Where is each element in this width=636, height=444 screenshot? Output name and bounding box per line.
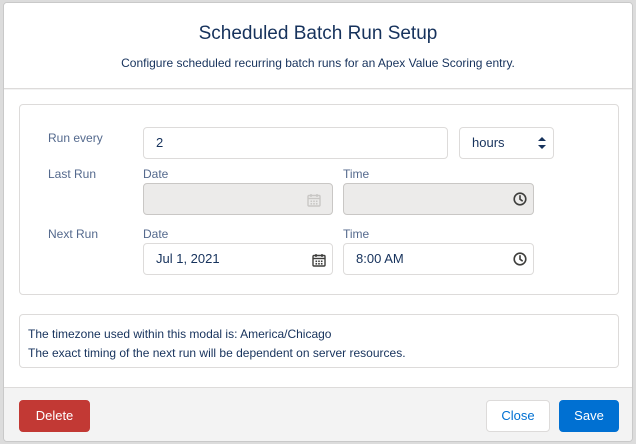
modal-subtitle: Configure scheduled recurring batch runs… xyxy=(121,56,515,70)
modal-header: Scheduled Batch Run Setup Configure sche… xyxy=(4,3,632,89)
next-run-time-label: Time xyxy=(343,227,370,241)
next-run-date-input[interactable]: Jul 1, 2021 xyxy=(143,243,333,275)
clock-icon[interactable] xyxy=(513,252,527,266)
last-run-date-label: Date xyxy=(143,167,169,181)
timing-info-line: The exact timing of the next run will be… xyxy=(28,346,406,360)
modal-title: Scheduled Batch Run Setup xyxy=(198,23,438,44)
last-run-time-label: Time xyxy=(343,167,370,181)
last-run-time-input xyxy=(343,183,534,215)
save-button[interactable]: Save xyxy=(559,400,619,432)
clock-icon xyxy=(513,192,527,206)
interval-unit-value: hours xyxy=(472,135,505,150)
timezone-info-box: The timezone used within this modal is: … xyxy=(19,314,619,368)
timezone-info-line: The timezone used within this modal is: … xyxy=(28,327,332,341)
calendar-icon[interactable] xyxy=(312,253,326,267)
next-run-time-input[interactable]: 8:00 AM xyxy=(343,243,534,275)
delete-button[interactable]: Delete xyxy=(19,400,90,432)
next-run-label: Next Run xyxy=(48,227,99,241)
interval-unit-select[interactable]: hours xyxy=(459,127,554,159)
next-run-date-label: Date xyxy=(143,227,169,241)
next-run-time-value: 8:00 AM xyxy=(356,251,404,266)
modal-body: Run every 2 hours Last Run Date Time Nex… xyxy=(4,90,632,387)
next-run-date-value: Jul 1, 2021 xyxy=(156,251,220,266)
modal-footer: Delete Close Save xyxy=(4,387,632,441)
last-run-date-input xyxy=(143,183,333,215)
calendar-icon xyxy=(307,194,321,207)
run-every-input[interactable]: 2 xyxy=(143,127,448,159)
schedule-card: Run every 2 hours Last Run Date Time Nex… xyxy=(19,104,619,295)
batch-run-modal: Scheduled Batch Run Setup Configure sche… xyxy=(3,2,633,442)
close-button[interactable]: Close xyxy=(486,400,550,432)
last-run-label: Last Run xyxy=(48,167,97,181)
run-every-label: Run every xyxy=(48,131,103,145)
sort-arrows-icon xyxy=(538,137,546,149)
